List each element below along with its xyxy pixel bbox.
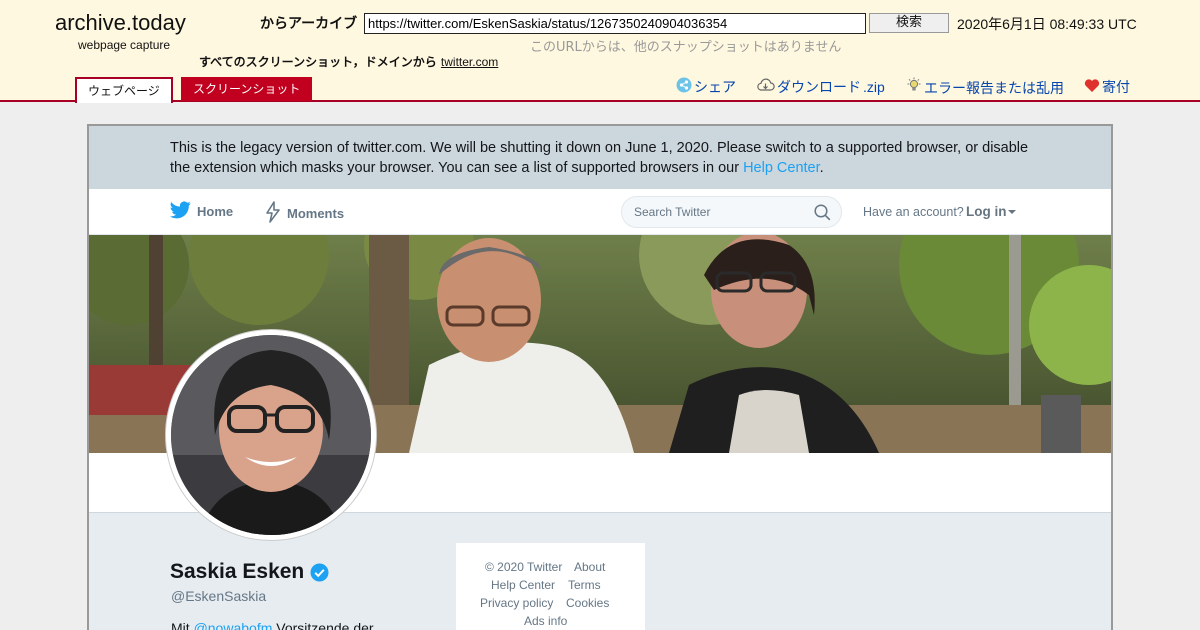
site-subtitle: webpage capture xyxy=(78,38,171,52)
nav-home-label: Home xyxy=(197,204,234,219)
no-snapshots-note: このURLからは、他のスナップショットはありません xyxy=(530,40,842,55)
nav-moments[interactable]: Moments xyxy=(265,201,344,226)
twitter-nav-bar: Home Moments Search Twitter Have an acco… xyxy=(89,189,1111,235)
caret-down-icon[interactable] xyxy=(1008,210,1016,214)
download-zip-button[interactable]: ダウンロード .zip xyxy=(756,77,885,97)
search-placeholder: Search Twitter xyxy=(634,205,711,219)
twitter-search-input[interactable]: Search Twitter xyxy=(621,196,842,228)
legacy-notice-banner: This is the legacy version of twitter.co… xyxy=(89,126,1111,189)
login-link[interactable]: Log in xyxy=(966,204,1007,219)
profile-handle[interactable]: @EskenSaskia xyxy=(171,588,266,604)
report-error-button[interactable]: エラー報告または乱用 xyxy=(906,77,1064,98)
tab-screenshot[interactable]: スクリーンショット xyxy=(181,77,313,101)
report-label: エラー報告または乱用 xyxy=(924,80,1064,97)
have-account-text: Have an account? xyxy=(863,205,964,219)
help-center-link[interactable]: Help Center xyxy=(743,160,820,176)
download-label: ダウンロード xyxy=(777,80,861,96)
profile-bio: Mit @nowabofm Vorsitzende der xyxy=(171,620,374,630)
domain-link[interactable]: twitter.com xyxy=(441,55,498,69)
archive-from-label: からアーカイブ xyxy=(260,16,358,32)
all-screenshots-line: すべてのスクリーンショット，ドメインから twitter.com xyxy=(199,53,498,70)
footer-help-center-link[interactable]: Help Center xyxy=(491,578,555,592)
legacy-notice-end: . xyxy=(819,160,824,176)
heart-icon xyxy=(1084,78,1100,97)
share-label: シェア xyxy=(694,80,736,96)
nav-moments-label: Moments xyxy=(287,206,345,221)
footer-terms-link[interactable]: Terms xyxy=(568,578,601,592)
download-ext: .zip xyxy=(863,79,885,95)
donate-button[interactable]: 寄付 xyxy=(1084,77,1130,97)
verified-badge-icon xyxy=(310,563,329,586)
footer-cookies-link[interactable]: Cookies xyxy=(566,596,609,610)
capture-date: 2020年6月1日 08:49:33 UTC xyxy=(957,16,1137,32)
archive-header: archive.today webpage capture からアーカイブ 検索… xyxy=(0,0,1200,103)
twitter-bird-icon xyxy=(170,201,191,222)
site-title[interactable]: archive.today xyxy=(55,10,186,36)
url-input[interactable] xyxy=(364,13,866,34)
profile-avatar[interactable] xyxy=(166,330,376,540)
legacy-notice-text: This is the legacy version of twitter.co… xyxy=(170,138,1030,178)
bio-rest: Vorsitzende der xyxy=(276,620,374,630)
legacy-notice-body: This is the legacy version of twitter.co… xyxy=(170,140,1029,176)
search-button[interactable]: 検索 xyxy=(869,13,949,33)
share-button[interactable]: シェア xyxy=(676,77,736,97)
tab-webpage[interactable]: ウェブページ xyxy=(75,77,173,103)
lightning-icon xyxy=(265,201,281,226)
bio-prefix: Mit xyxy=(171,620,190,630)
bio-mention-link[interactable]: @nowabofm xyxy=(194,620,273,630)
all-screenshots-label: すべてのスクリーンショット，ドメインから xyxy=(199,55,437,69)
footer-links-card: © 2020 Twitter About Help Center Terms P… xyxy=(456,543,645,630)
archived-page-frame: This is the legacy version of twitter.co… xyxy=(87,124,1113,630)
profile-name[interactable]: Saskia Esken xyxy=(170,560,304,584)
footer-about-link[interactable]: About xyxy=(574,560,605,574)
donate-label: 寄付 xyxy=(1102,80,1130,96)
share-icon xyxy=(676,77,692,97)
search-icon[interactable] xyxy=(814,204,831,225)
footer-privacy-link[interactable]: Privacy policy xyxy=(480,596,553,610)
nav-home[interactable]: Home xyxy=(170,201,233,222)
footer-ads-info-link[interactable]: Ads info xyxy=(524,614,567,628)
cloud-download-icon xyxy=(756,77,775,97)
lightbulb-icon xyxy=(906,77,922,98)
footer-copyright: © 2020 Twitter xyxy=(485,560,563,574)
